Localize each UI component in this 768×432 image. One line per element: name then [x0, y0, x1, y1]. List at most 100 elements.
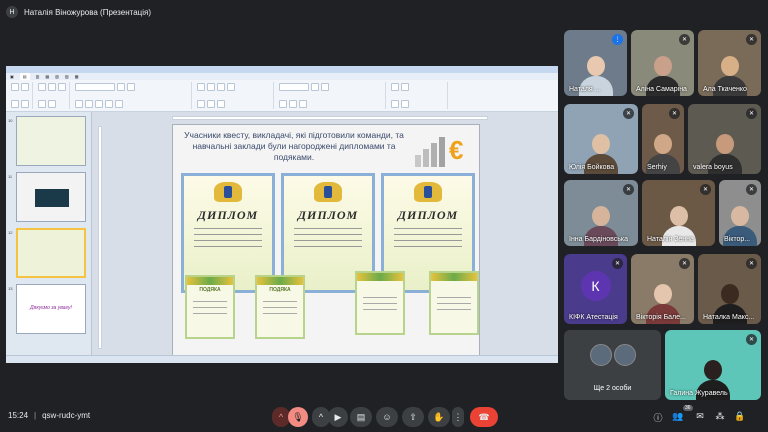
ribbon-tab: ▩	[74, 74, 79, 79]
podyaka-image: ПОДЯКА	[255, 275, 305, 339]
people-icon[interactable]: 👥	[672, 411, 684, 422]
presenter-avatar: Н	[6, 6, 18, 18]
participant-tile[interactable]: К ✕ КІФК Атестація	[564, 254, 627, 324]
current-slide[interactable]: Учасники квесту, викладачі, які підготов…	[172, 124, 480, 356]
meeting-code: qsw-rudc-ymt	[42, 411, 91, 420]
ribbon-tab: ▥	[35, 74, 40, 79]
ribbon-tab: ▣	[10, 74, 14, 79]
coat-of-arms-icon	[414, 182, 442, 202]
mic-off-icon: ✕	[679, 258, 690, 269]
coat-of-arms-icon	[314, 182, 342, 202]
captions-icon[interactable]: ▤	[350, 407, 372, 427]
svg-text:€: €	[449, 135, 463, 165]
slide-thumbnails: 10 11 12 13 Дякуємо за увагу!	[6, 112, 92, 355]
thumb-image	[35, 189, 69, 207]
chat-icon[interactable]: ✉	[694, 411, 706, 422]
ruler-vertical	[98, 126, 102, 349]
participant-name: КІФК Атестація	[569, 314, 618, 321]
thumbnail-slide-selected[interactable]	[16, 228, 86, 278]
meeting-info: 15:24 | qsw-rudc-ymt	[8, 411, 90, 420]
microphone-off-icon[interactable]: 🎙	[288, 407, 308, 427]
ribbon-tab: ▨	[64, 74, 69, 79]
participant-name: Інна Бардіновська	[569, 236, 629, 243]
participant-tile[interactable]: ✕ Юлія Бойкова	[564, 104, 638, 174]
participant-tile[interactable]: ✕ Галина Журавель	[665, 330, 761, 400]
ppt-status-bar	[6, 355, 558, 363]
divider: |	[34, 411, 37, 420]
ppt-ribbon	[6, 80, 558, 112]
participant-name: Юлія Бойкова	[569, 164, 615, 171]
participant-tile[interactable]: ✕ Serhiy	[642, 104, 684, 174]
participants-count-badge: 36	[683, 405, 693, 411]
podyaka-image	[355, 271, 405, 335]
participant-tile[interactable]: ✕ Інна Бардіновська	[564, 180, 638, 246]
participant-name: Наталія Зенна	[647, 236, 694, 243]
more-participants-tile[interactable]: Ще 2 особи	[564, 330, 661, 400]
activities-icon[interactable]: ⁂	[714, 411, 726, 422]
ribbon-group-paragraph	[194, 82, 274, 109]
ppt-ribbon-tabs: ▣ ▤ ▥ ▦ ▧ ▨ ▩	[6, 73, 558, 80]
participant-name: Serhiy	[647, 164, 667, 171]
mic-off-icon: ✕	[612, 258, 623, 269]
mic-off-icon: ✕	[623, 184, 634, 195]
slide-heading: Учасники квесту, викладачі, які підготов…	[184, 130, 404, 162]
host-controls-icon[interactable]: 🔒	[734, 411, 746, 422]
meet-control-bar: 15:24 | qsw-rudc-ymt ^ 🎙 ^ ▶ ▤ ☺ ⇧ ✋ ⋮ ☎…	[0, 402, 768, 432]
thumb-num: 12	[8, 230, 13, 235]
participant-tile[interactable]: ✕ Аліна Самаріна	[631, 30, 694, 96]
thumbnail-slide[interactable]	[16, 172, 86, 222]
participant-name: Вікторія Бале...	[636, 314, 686, 321]
flower-border	[357, 273, 403, 281]
ppt-body: 10 11 12 13 Дякуємо за увагу! Учасники к…	[6, 112, 558, 356]
mic-off-icon: ✕	[746, 34, 757, 45]
podyaka-title: ПОДЯКА	[199, 287, 221, 293]
ribbon-tab-active: ▤	[19, 73, 30, 80]
ribbon-tab: ▧	[55, 74, 59, 79]
thumb-num: 10	[8, 118, 13, 123]
participant-tile[interactable]: ✕ Вікторія Бале...	[631, 254, 694, 324]
ribbon-group	[8, 82, 33, 109]
euro-chart-icon: €	[415, 135, 463, 167]
participant-tile[interactable]: ✕ valera boyus	[688, 104, 761, 174]
ruler-horizontal	[172, 116, 488, 120]
ribbon-group-editing	[388, 82, 448, 109]
mic-off-icon: ✕	[746, 184, 757, 195]
ribbon-group-font	[72, 82, 192, 109]
participant-avatar: К	[580, 271, 611, 301]
mic-off-icon: ✕	[669, 108, 680, 119]
participant-tile[interactable]: ✕ Наталка Макс...	[698, 254, 761, 324]
ribbon-tab: ▦	[45, 74, 50, 79]
more-participants-label: Ще 2 особи	[593, 385, 632, 392]
diploma-title: ДИПЛОМ	[197, 208, 259, 222]
camera-icon[interactable]: ▶	[328, 407, 348, 427]
participant-tile[interactable]: ✕ Віктор...	[719, 180, 761, 246]
emoji-icon[interactable]: ☺	[376, 407, 398, 427]
speaking-icon: ⋮	[612, 34, 623, 45]
hangup-icon[interactable]: ☎	[470, 407, 498, 427]
participant-tile[interactable]: ✕ Наталія Зенна	[642, 180, 715, 246]
participant-name: Віктор...	[724, 236, 751, 243]
flower-border	[431, 273, 477, 281]
clock: 15:24	[8, 411, 29, 420]
mic-off-icon: ✕	[746, 334, 757, 345]
diploma-title: ДИПЛОМ	[397, 208, 459, 222]
coat-of-arms-icon	[214, 182, 242, 202]
ppt-title-bar	[6, 66, 558, 73]
participant-name: Галина Журавель	[670, 390, 728, 397]
participant-tile[interactable]: ⋮ Наталя ...	[564, 30, 627, 96]
shared-screen[interactable]: ▣ ▤ ▥ ▦ ▧ ▨ ▩ 10 11 12 13 Дякуємо за ува…	[6, 66, 558, 363]
podyaka-title: ПОДЯКА	[269, 287, 291, 293]
thumbnail-slide[interactable]	[16, 116, 86, 166]
participant-name: Наталя ...	[569, 86, 601, 93]
participant-tile[interactable]: ✕ Ала Ткаченко	[698, 30, 761, 96]
participant-name: valera boyus	[693, 164, 733, 171]
presenter-chip: Н Наталія Віножурова (Презентація)	[6, 6, 151, 18]
participant-name: Ала Ткаченко	[703, 86, 747, 93]
raise-hand-icon[interactable]: ✋	[428, 407, 450, 427]
more-options-icon[interactable]: ⋮	[452, 407, 464, 427]
mic-off-icon: ✕	[679, 34, 690, 45]
info-icon[interactable]: ⓘ	[652, 411, 664, 424]
present-icon[interactable]: ⇧	[402, 407, 424, 427]
thumbnail-slide[interactable]: Дякуємо за увагу!	[16, 284, 86, 334]
thumb-num: 13	[8, 286, 13, 291]
